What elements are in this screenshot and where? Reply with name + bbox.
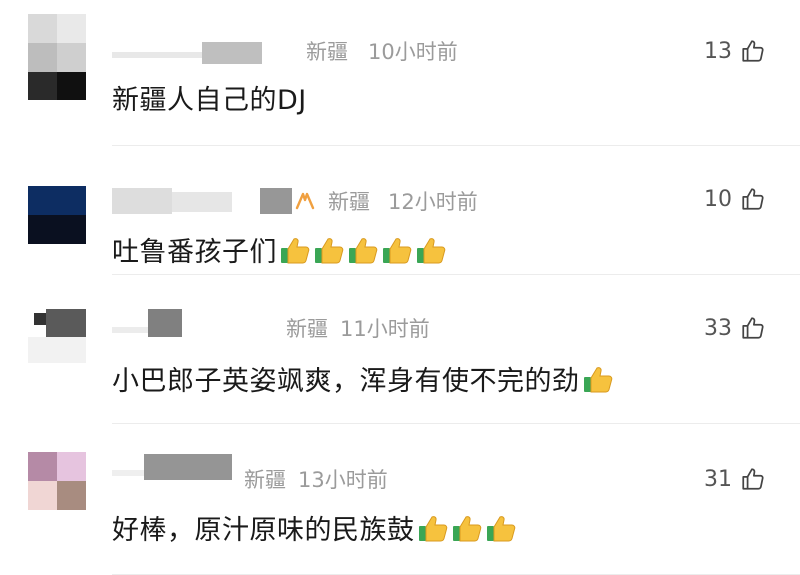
like-button[interactable]: 13 [704, 38, 766, 64]
thumbs-up-emoji-icon [281, 238, 310, 264]
comment-text: 好棒，原汁原味的民族鼓 [112, 508, 517, 547]
username-blurred[interactable] [112, 188, 292, 214]
avatar[interactable] [28, 307, 86, 363]
thumbs-up-emoji-icon [418, 516, 447, 542]
comment-item: 新疆 10小时前 13 新疆人自己的DJ [0, 0, 800, 145]
thumbs-up-emoji-icon [583, 367, 612, 393]
comment-time: 13小时前 [298, 468, 388, 492]
thumbs-up-emoji-icon [417, 238, 446, 264]
membership-badge-icon [295, 192, 315, 210]
username-blurred[interactable] [112, 454, 242, 480]
thumbs-up-outline-icon [742, 317, 764, 339]
comment-time: 12小时前 [388, 190, 478, 214]
thumbs-up-emoji-icon [315, 238, 344, 264]
like-count: 13 [704, 38, 732, 64]
username-blurred[interactable] [112, 38, 302, 64]
comment-location: 新疆 [286, 317, 328, 341]
like-count: 33 [704, 315, 732, 341]
comment-text: 吐鲁番孩子们 [112, 230, 447, 269]
comment-item: 新疆 12小时前 10 吐鲁番孩子们 [0, 146, 800, 274]
thumbs-up-outline-icon [742, 40, 764, 62]
thumbs-up-outline-icon [742, 468, 764, 490]
like-count: 10 [704, 186, 732, 212]
thumbs-up-outline-icon [742, 188, 764, 210]
avatar[interactable] [28, 14, 86, 100]
like-button[interactable]: 10 [704, 186, 766, 212]
like-count: 31 [704, 466, 732, 492]
username-blurred[interactable] [112, 309, 282, 337]
comment-location: 新疆 [244, 468, 286, 492]
thumbs-up-emoji-icon [383, 238, 412, 264]
comment-time: 11小时前 [340, 317, 430, 341]
thumbs-up-emoji-icon [452, 516, 481, 542]
comment-time: 10小时前 [368, 40, 458, 64]
comment-location: 新疆 [306, 40, 348, 64]
thumbs-up-emoji-icon [349, 238, 378, 264]
comment-location: 新疆 [328, 190, 370, 214]
thumbs-up-emoji-icon [486, 516, 515, 542]
avatar[interactable] [28, 186, 86, 244]
avatar[interactable] [28, 452, 86, 510]
comment-text: 新疆人自己的DJ [112, 85, 307, 116]
like-button[interactable]: 33 [704, 315, 766, 341]
comment-item: 新疆 11小时前 33 小巴郎子英姿飒爽，浑身有使不完的劲 [0, 275, 800, 423]
like-button[interactable]: 31 [704, 466, 766, 492]
comment-text: 小巴郎子英姿飒爽，浑身有使不完的劲 [112, 359, 614, 398]
comment-item: 新疆 13小时前 31 好棒，原汁原味的民族鼓 [0, 424, 800, 575]
